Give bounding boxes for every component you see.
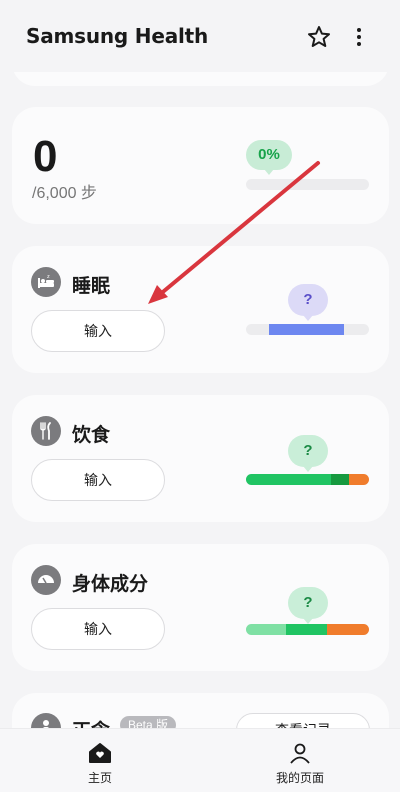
app-header: Samsung Health bbox=[0, 0, 400, 72]
nav-my-page-label: 我的页面 bbox=[275, 771, 324, 785]
body-question-bubble: ? bbox=[288, 587, 328, 624]
user-icon bbox=[288, 741, 312, 765]
body-bar-segment bbox=[286, 624, 327, 635]
food-bar bbox=[246, 474, 369, 485]
nav-home[interactable]: 主页 bbox=[0, 729, 200, 792]
sleep-question-bubble: ? bbox=[288, 284, 328, 321]
food-bar-segment bbox=[246, 474, 331, 485]
sleep-card[interactable]: z 睡眠 输入 ? bbox=[12, 246, 389, 373]
more-options-icon[interactable] bbox=[350, 25, 368, 49]
body-composition-card[interactable]: 身体成分 输入 ? bbox=[12, 544, 389, 671]
food-bar-segment bbox=[349, 474, 369, 485]
app-title: Samsung Health bbox=[26, 24, 209, 48]
mindfulness-card[interactable]: 正念 Beta 版 查看记录 bbox=[12, 693, 389, 730]
food-question-bubble: ? bbox=[288, 435, 328, 472]
nav-home-label: 主页 bbox=[87, 771, 112, 785]
food-title: 饮食 bbox=[72, 424, 111, 446]
steps-goal: /6,000 步 bbox=[32, 185, 97, 202]
sleep-bar bbox=[246, 324, 369, 335]
fork-knife-icon bbox=[31, 416, 61, 446]
bottom-navigation: 主页 我的页面 bbox=[0, 728, 400, 792]
steps-percent-bubble: 0% bbox=[246, 140, 292, 175]
content-scroll[interactable]: 0 /6,000 步 0% z 睡眠 输入 ? 饮食 输入 ? 身体成分 输入 … bbox=[0, 0, 400, 730]
body-composition-title: 身体成分 bbox=[72, 573, 149, 595]
svg-text:z: z bbox=[47, 274, 50, 280]
body-composition-input-button[interactable]: 输入 bbox=[31, 608, 165, 650]
sleep-input-button[interactable]: 输入 bbox=[31, 310, 165, 352]
sleep-icon: z bbox=[31, 267, 61, 297]
sleep-title: 睡眠 bbox=[72, 275, 111, 297]
steps-card[interactable]: 0 /6,000 步 0% bbox=[12, 107, 389, 224]
nav-my-page[interactable]: 我的页面 bbox=[200, 729, 400, 792]
star-icon[interactable] bbox=[306, 24, 332, 50]
sleep-bar-fill bbox=[269, 324, 344, 335]
food-input-button[interactable]: 输入 bbox=[31, 459, 165, 501]
food-bar-segment bbox=[331, 474, 349, 485]
home-heart-icon bbox=[88, 741, 112, 765]
body-bar-segment bbox=[327, 624, 369, 635]
body-bar-segment bbox=[246, 624, 286, 635]
body-bar bbox=[246, 624, 369, 635]
food-card[interactable]: 饮食 输入 ? bbox=[12, 395, 389, 522]
steps-count: 0 bbox=[33, 132, 58, 181]
steps-progress-bar bbox=[246, 179, 369, 190]
scale-gauge-icon bbox=[31, 565, 61, 595]
